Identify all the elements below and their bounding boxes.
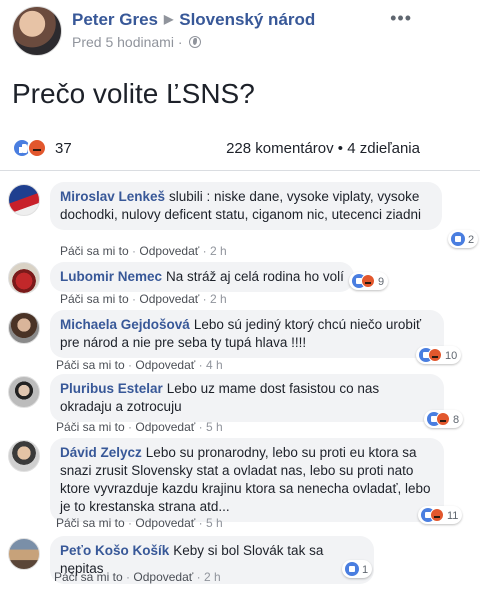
like-link[interactable]: Páči sa mi to <box>60 292 129 306</box>
commenter-avatar[interactable] <box>8 312 40 344</box>
reply-link[interactable]: Odpovedať <box>139 292 199 306</box>
commenter-avatar[interactable] <box>8 184 40 216</box>
angry-reaction-icon <box>436 412 450 426</box>
reply-link[interactable]: Odpovedať <box>135 358 195 372</box>
post-meta: Pred 5 hodinami · <box>72 34 202 50</box>
like-link[interactable]: Páči sa mi to <box>56 358 125 372</box>
angry-reaction-icon <box>430 508 444 522</box>
angry-reaction-icon <box>428 348 442 362</box>
comment: Pluribus Estelar Lebo uz mame dost fasist… <box>8 374 480 434</box>
comment-actions: Páči sa mi to · Odpovedať · 2 h <box>60 292 227 306</box>
like-link[interactable]: Páči sa mi to <box>56 420 125 434</box>
commenter-name[interactable]: Lubomir Nemec <box>60 269 162 284</box>
comments-shares-count[interactable]: 228 komentárov • 4 zdieľania <box>226 140 420 157</box>
comment: Lubomir Nemec Na stráž aj celá rodina ho … <box>8 262 480 306</box>
group-name[interactable]: Slovenský národ <box>179 10 315 29</box>
post-text: Prečo volite ĽSNS? <box>12 78 255 109</box>
commenter-name[interactable]: Dávid Zelycz <box>60 445 142 460</box>
like-link[interactable]: Páči sa mi to <box>56 516 125 530</box>
like-reaction-icon <box>451 232 465 246</box>
post-time[interactable]: Pred 5 hodinami <box>72 34 174 50</box>
commenter-avatar[interactable] <box>8 376 40 408</box>
comment: Miroslav Lenkeš slubili : niske dane, vys… <box>8 182 480 260</box>
comment: Peťo Košo Košík Keby si bol Slovák tak sa… <box>8 536 480 588</box>
comment: Dávid Zelycz Lebo su pronarodny, lebo su … <box>8 438 480 532</box>
commenter-name[interactable]: Peťo Košo Košík <box>60 543 169 558</box>
triangle-right-icon: ▶ <box>164 12 174 26</box>
comment-bubble: Dávid Zelycz Lebo su pronarodny, lebo su … <box>50 438 444 522</box>
comment-actions: Páči sa mi to · Odpovedať · 2 h <box>54 570 221 584</box>
commenter-name[interactable]: Miroslav Lenkeš <box>60 189 165 204</box>
comment-actions: Páči sa mi to · Odpovedať · 5 h <box>56 516 223 530</box>
author-name[interactable]: Peter Gres <box>72 10 158 29</box>
commenter-avatar[interactable] <box>8 440 40 472</box>
comment-bubble: Michaela Gejdošová Lebo sú jediný ktorý c… <box>50 310 444 358</box>
comment-time[interactable]: 5 h <box>206 516 223 530</box>
comment-time[interactable]: 5 h <box>206 420 223 434</box>
globe-icon <box>189 36 202 48</box>
comment-time[interactable]: 2 h <box>204 570 221 584</box>
commenter-name[interactable]: Pluribus Estelar <box>60 381 163 396</box>
comment-actions: Páči sa mi to · Odpovedať · 4 h <box>56 358 223 372</box>
comment-text: Na stráž aj celá rodina ho volí <box>166 269 344 284</box>
commenter-avatar[interactable] <box>8 538 40 570</box>
commenter-avatar[interactable] <box>8 262 40 294</box>
reply-link[interactable]: Odpovedať <box>135 516 195 530</box>
reaction-count[interactable]: 37 <box>55 140 72 157</box>
like-link[interactable]: Páči sa mi to <box>60 244 129 258</box>
comment: Michaela Gejdošová Lebo sú jediný ktorý c… <box>8 310 480 372</box>
comment-reactions[interactable]: 10 <box>416 346 462 364</box>
comment-actions: Páči sa mi to · Odpovedať · 2 h <box>60 244 227 258</box>
reply-link[interactable]: Odpovedať <box>133 570 193 584</box>
reactions-row: 37 228 komentárov • 4 zdieľania <box>12 136 468 160</box>
comment-actions: Páči sa mi to · Odpovedať · 5 h <box>56 420 223 434</box>
comment-bubble: Miroslav Lenkeš slubili : niske dane, vys… <box>50 182 442 230</box>
meta-dot: · <box>177 34 183 50</box>
comment-time[interactable]: 2 h <box>210 292 227 306</box>
comment-reactions[interactable]: 1 <box>342 560 373 578</box>
comment-reactions[interactable]: 11 <box>418 506 463 524</box>
comment-reactions[interactable]: 2 <box>448 230 479 248</box>
comment-reactions[interactable]: 9 <box>349 272 389 290</box>
like-reaction-icon <box>345 562 359 576</box>
like-link[interactable]: Páči sa mi to <box>54 570 123 584</box>
angry-reaction-icon <box>361 274 375 288</box>
comment-bubble: Lubomir Nemec Na stráž aj celá rodina ho … <box>50 262 354 292</box>
comment-bubble: Pluribus Estelar Lebo uz mame dost fasist… <box>50 374 444 422</box>
post-author-line: Peter Gres ▶ Slovenský národ <box>72 10 315 30</box>
reply-link[interactable]: Odpovedať <box>139 244 199 258</box>
comment-reactions[interactable]: 8 <box>424 410 464 428</box>
reply-link[interactable]: Odpovedať <box>135 420 195 434</box>
reaction-icons[interactable] <box>12 138 54 158</box>
author-avatar[interactable] <box>12 6 62 56</box>
angry-reaction-icon <box>27 138 47 158</box>
more-options-icon[interactable]: ••• <box>390 8 412 29</box>
comment-time[interactable]: 2 h <box>210 244 227 258</box>
commenter-name[interactable]: Michaela Gejdošová <box>60 317 190 332</box>
comment-time[interactable]: 4 h <box>206 358 223 372</box>
divider <box>0 170 480 171</box>
post-header: Peter Gres ▶ Slovenský národ Pred 5 hodina… <box>12 6 468 56</box>
